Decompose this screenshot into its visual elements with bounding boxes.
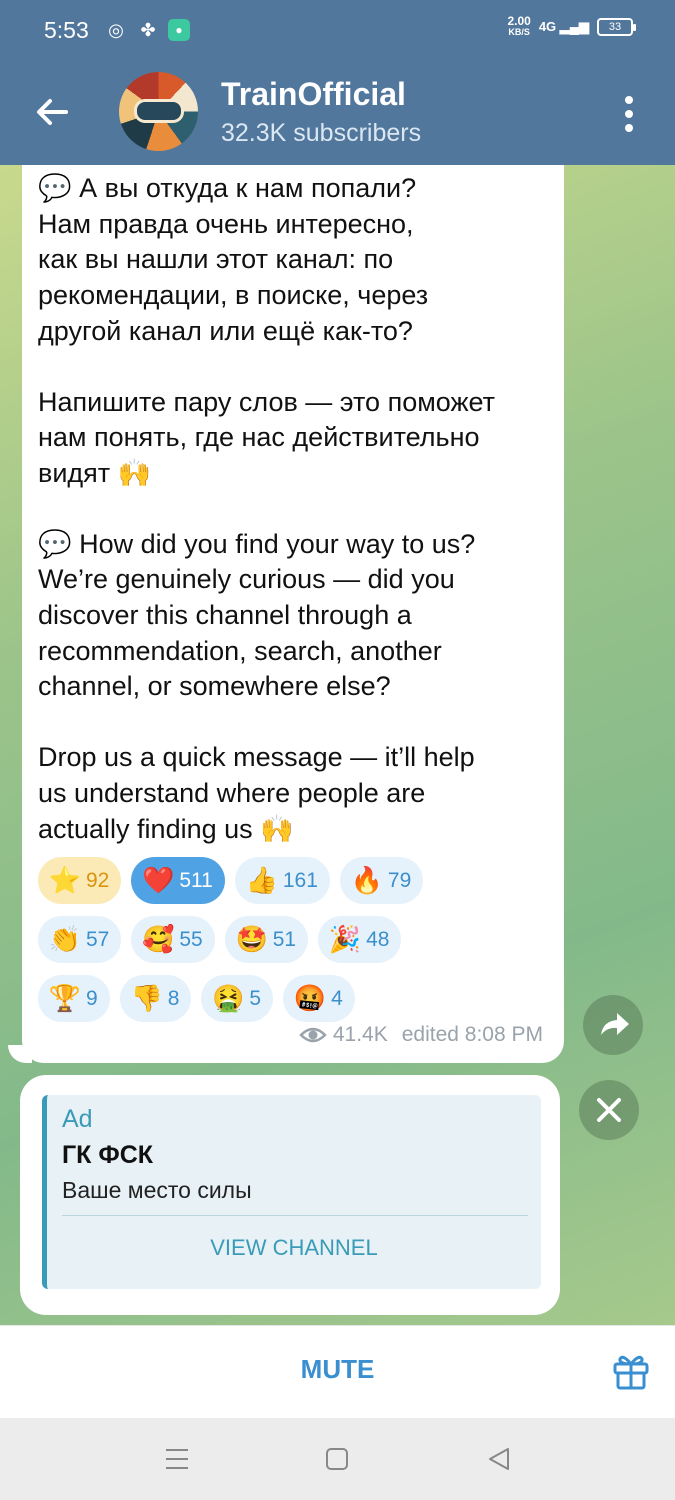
channel-avatar[interactable]: [119, 72, 198, 151]
reaction-party[interactable]: 🎉 48: [318, 916, 402, 963]
message-line: Drop us a quick message — it’ll help: [38, 742, 475, 773]
message-line: discover this channel through a: [38, 600, 412, 631]
view-count: 41.4K: [332, 1023, 388, 1046]
reaction-thumbs-up[interactable]: 👍 161: [234, 857, 330, 904]
signal-icon: 4G ▂▄▆: [538, 19, 589, 34]
view-channel-button[interactable]: VIEW CHANNEL: [47, 1235, 541, 1261]
sponsored-message[interactable]: Ad ГК ФСК Ваше место силы VIEW CHANNEL: [20, 1075, 560, 1315]
status-bar: 5:53 ◎ ✤ ● 2.00 KB/S 4G ▂▄▆ 33: [0, 0, 675, 62]
chat-area[interactable]: 💬 А вы откуда к нам попали? Нам правда оч…: [0, 165, 675, 1325]
back-nav-icon[interactable]: [484, 1444, 514, 1474]
reaction-heart[interactable]: ❤️ 511: [131, 857, 225, 904]
message-line: [38, 350, 553, 385]
reaction-cursing[interactable]: 🤬 4: [283, 975, 355, 1022]
share-icon[interactable]: [583, 995, 643, 1055]
mute-button[interactable]: MUTE: [0, 1354, 675, 1385]
arrow-left-icon[interactable]: [30, 90, 74, 134]
message-line: Напишите пару слов — это поможет: [38, 386, 496, 417]
message-meta: 41.4K edited 8:08 PM: [299, 1023, 543, 1047]
chat-header: TrainOfficial 32.3K subscribers: [0, 62, 675, 165]
reaction-thumbs-down[interactable]: 👎 8: [119, 975, 192, 1022]
message-line: channel, or somewhere else?: [38, 671, 391, 702]
network-speed: 2.00 KB/S: [507, 14, 531, 37]
reaction-vomit[interactable]: 🤮 5: [201, 975, 274, 1022]
message-line: [38, 705, 553, 740]
message-line: us understand where people are: [38, 777, 426, 808]
edited-time: edited 8:08 PM: [401, 1023, 543, 1046]
close-icon[interactable]: [579, 1080, 639, 1140]
ad-label: Ad: [62, 1105, 93, 1133]
menu-icon[interactable]: [162, 1444, 192, 1474]
message-line: рекомендации, в поиске, через: [38, 280, 429, 311]
ad-card[interactable]: Ad ГК ФСК Ваше место силы VIEW CHANNEL: [42, 1095, 541, 1289]
message-line: recommendation, search, another: [38, 635, 442, 666]
message-line: 💬 How did you find your way to us?: [38, 528, 476, 559]
status-time: 5:53: [44, 17, 89, 43]
ad-channel-name: ГК ФСК: [62, 1141, 154, 1169]
message-line: actually finding us 🙌: [38, 813, 294, 844]
message-line: видят 🙌: [38, 457, 152, 488]
gift-icon[interactable]: [610, 1350, 652, 1392]
system-nav-bar: [0, 1418, 675, 1500]
reaction-fire[interactable]: 🔥 79: [339, 857, 424, 904]
kebab-menu-icon[interactable]: [617, 94, 641, 134]
reaction-star[interactable]: ⭐ 92: [38, 857, 122, 904]
eye-icon: [299, 1027, 327, 1043]
message-line: Нам правда очень интересно,: [38, 208, 414, 239]
message-line: 💬 А вы откуда к нам попали?: [38, 173, 417, 203]
fan-icon: ✤: [140, 19, 156, 40]
reaction-star-struck[interactable]: 🤩 51: [224, 916, 309, 963]
chrome-icon: ◎: [108, 19, 124, 40]
ad-description: Ваше место силы: [62, 1177, 252, 1203]
ad-divider: [62, 1215, 528, 1216]
reaction-clap[interactable]: 👏 57: [38, 916, 122, 963]
subscriber-count: 32.3K subscribers: [221, 119, 422, 147]
bottom-bar: MUTE: [0, 1325, 675, 1418]
message-line: нам понять, где нас действительно: [38, 422, 480, 453]
reaction-smiling-hearts[interactable]: 🥰 55: [131, 916, 215, 963]
message-text: 💬 А вы откуда к нам попали? Нам правда оч…: [38, 171, 553, 847]
message-line: [38, 492, 553, 527]
reactions: ⭐ 92 ❤️ 511 👍 161 🔥 79 👏 57 🥰 55 🤩 51 🎉 48 🏆 9 👎 8…: [38, 857, 548, 1034]
app-icon: ●: [168, 19, 190, 41]
reaction-trophy[interactable]: 🏆 9: [38, 975, 110, 1022]
message-line: как вы нашли этот канал: по: [38, 244, 394, 275]
channel-title[interactable]: TrainOfficial: [221, 76, 406, 113]
message-bubble[interactable]: 💬 А вы откуда к нам попали? Нам правда оч…: [22, 165, 564, 1063]
message-line: We’re genuinely curious — did you: [38, 564, 455, 595]
battery-icon: 33: [597, 18, 636, 36]
home-icon[interactable]: [322, 1444, 352, 1474]
message-line: другой канал или ещё как-то?: [38, 315, 413, 346]
